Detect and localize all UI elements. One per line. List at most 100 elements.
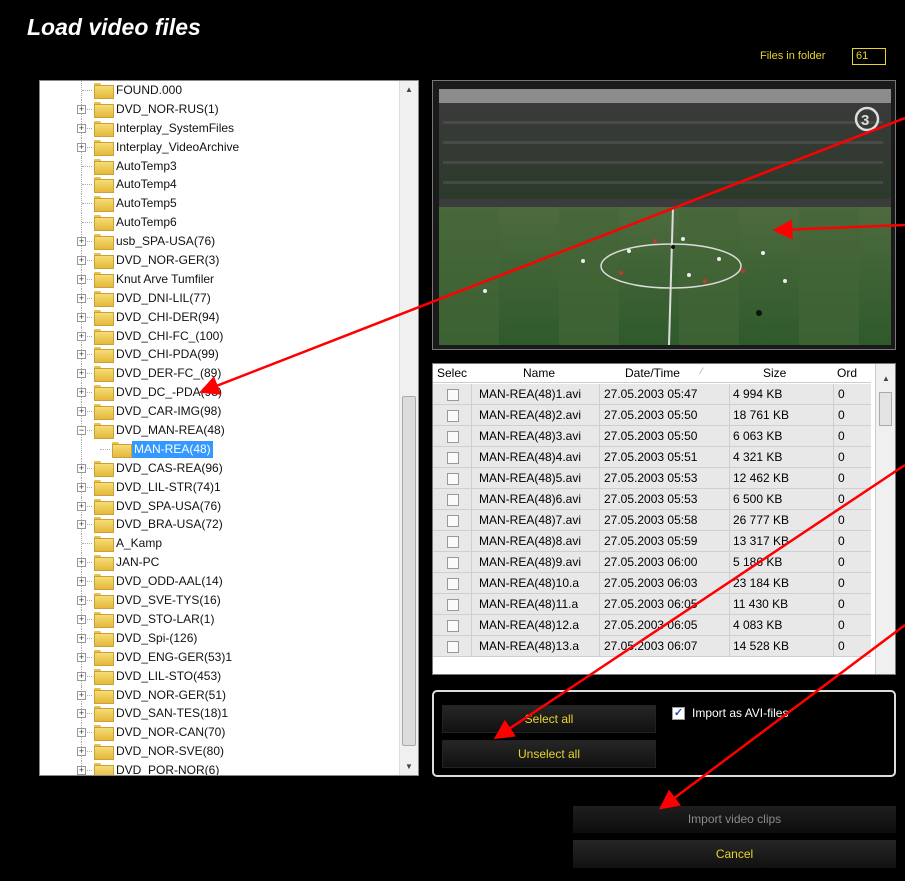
column-header-size[interactable]: Size	[763, 366, 786, 380]
table-row[interactable]: MAN-REA(48)2.avi 27.05.2003 05:50 18 761 K…	[433, 405, 871, 426]
expand-icon[interactable]: +	[77, 293, 86, 303]
tree-item[interactable]: − DVD_MAN-REA(48)	[40, 421, 400, 440]
table-row[interactable]: MAN-REA(48)11.a 27.05.2003 06:05 11 430 KB…	[433, 594, 871, 615]
table-row[interactable]: MAN-REA(48)7.avi 27.05.2003 05:58 26 777 K…	[433, 510, 871, 531]
expand-icon[interactable]: +	[77, 596, 86, 606]
expand-icon[interactable]: +	[77, 652, 86, 662]
folder-tree[interactable]: FOUND.000 + DVD_NOR-RUS(1) + Interplay_Syste…	[39, 80, 419, 776]
expand-icon[interactable]: +	[77, 766, 86, 775]
file-table-scroll-track[interactable]: ▲	[875, 364, 895, 674]
tree-item[interactable]: + DVD_NOR-CAN(70)	[40, 723, 400, 743]
tree-item[interactable]: A_Kamp	[40, 534, 400, 554]
row-select-checkbox[interactable]	[447, 557, 459, 569]
column-header-ord[interactable]: Ord	[837, 366, 857, 380]
tree-item[interactable]: + DVD_CHI-PDA(99)	[40, 345, 400, 365]
table-row[interactable]: MAN-REA(48)12.a 27.05.2003 06:05 4 083 KB 0	[433, 615, 871, 636]
tree-item[interactable]: + DVD_CHI-DER(94)	[40, 307, 400, 327]
tree-item[interactable]: + DVD_CHI-FC_(100)	[40, 326, 400, 346]
expand-icon[interactable]: +	[77, 747, 86, 757]
expand-icon[interactable]: +	[77, 142, 86, 152]
table-row[interactable]: MAN-REA(48)8.avi 27.05.2003 05:59 13 317 K…	[433, 531, 871, 552]
expand-icon[interactable]: +	[77, 312, 86, 322]
expand-icon[interactable]: +	[77, 709, 86, 719]
tree-item[interactable]: + DVD_DNI-LIL(77)	[40, 288, 400, 308]
tree-item[interactable]: + DVD_STO-LAR(1)	[40, 609, 400, 629]
tree-item[interactable]: AutoTemp5	[40, 194, 400, 214]
expand-icon[interactable]: +	[77, 104, 86, 114]
tree-item[interactable]: AutoTemp6	[40, 213, 400, 233]
expand-icon[interactable]: +	[77, 274, 86, 284]
row-select-checkbox[interactable]	[447, 599, 459, 611]
file-table-scroll-thumb[interactable]	[879, 392, 892, 426]
cancel-button[interactable]: Cancel	[573, 840, 896, 868]
expand-icon[interactable]: +	[77, 577, 86, 587]
expand-icon[interactable]: +	[77, 407, 86, 417]
file-table[interactable]: Selec Name Date/Time ⁄ Size Ord MAN-REA(…	[432, 363, 896, 675]
row-select-checkbox[interactable]	[447, 452, 459, 464]
table-row[interactable]: MAN-REA(48)9.avi 27.05.2003 06:00 5 186 KB…	[433, 552, 871, 573]
table-row[interactable]: MAN-REA(48)5.avi 27.05.2003 05:53 12 462 K…	[433, 468, 871, 489]
expand-icon[interactable]: +	[77, 237, 86, 247]
expand-icon[interactable]: +	[77, 123, 86, 133]
select-all-button[interactable]: Select all	[442, 705, 656, 733]
tree-item[interactable]: + DVD_NOR-GER(3)	[40, 251, 400, 270]
expand-icon[interactable]: +	[77, 463, 86, 473]
expand-icon[interactable]: +	[77, 256, 86, 266]
tree-item[interactable]: + DVD_Spi-(126)	[40, 628, 400, 648]
tree-item[interactable]: + DVD_ENG-GER(53)1	[40, 647, 400, 667]
expand-icon[interactable]: +	[77, 728, 86, 738]
row-select-checkbox[interactable]	[447, 494, 459, 506]
table-row[interactable]: MAN-REA(48)3.avi 27.05.2003 05:50 6 063 KB…	[433, 426, 871, 447]
scroll-up-arrow-icon[interactable]: ▲	[405, 85, 413, 94]
scroll-up-arrow-icon[interactable]: ▲	[882, 374, 890, 383]
tree-item[interactable]: + DVD_CAR-IMG(98)	[40, 402, 400, 422]
folder-tree-scrollbar[interactable]: ▲ ▼	[399, 81, 418, 775]
expand-icon[interactable]: +	[77, 614, 86, 624]
tree-item[interactable]: + DVD_DC_-PDA(95)	[40, 383, 400, 403]
row-select-checkbox[interactable]	[447, 620, 459, 632]
tree-item[interactable]: + DVD_NOR-GER(51)	[40, 685, 400, 705]
table-row[interactable]: MAN-REA(48)1.avi 27.05.2003 05:47 4 994 KB…	[433, 384, 871, 405]
tree-item[interactable]: FOUND.000	[40, 81, 400, 100]
row-select-checkbox[interactable]	[447, 431, 459, 443]
table-row[interactable]: MAN-REA(48)13.a 27.05.2003 06:07 14 528 KB…	[433, 636, 871, 657]
tree-item[interactable]: + DVD_CAS-REA(96)	[40, 458, 400, 478]
tree-item[interactable]: + DVD_SVE-TYS(16)	[40, 591, 400, 610]
table-row[interactable]: MAN-REA(48)6.avi 27.05.2003 05:53 6 500 KB…	[433, 489, 871, 510]
scroll-down-arrow-icon[interactable]: ▼	[405, 762, 413, 771]
tree-item[interactable]: + DVD_DER-FC_(89)	[40, 364, 400, 384]
expand-icon[interactable]: +	[77, 633, 86, 643]
tree-item[interactable]: + DVD_SAN-TES(18)1	[40, 704, 400, 724]
row-select-checkbox[interactable]	[447, 515, 459, 527]
tree-item[interactable]: + DVD_NOR-SVE(80)	[40, 742, 400, 762]
tree-item[interactable]: + DVD_LIL-STO(453)	[40, 666, 400, 686]
expand-icon[interactable]: +	[77, 690, 86, 700]
table-row[interactable]: MAN-REA(48)10.a 27.05.2003 06:03 23 184 KB…	[433, 573, 871, 594]
tree-item[interactable]: AutoTemp3	[40, 156, 400, 176]
column-header-name[interactable]: Name	[523, 366, 555, 380]
expand-icon[interactable]: +	[77, 388, 86, 398]
column-header-datetime[interactable]: Date/Time	[625, 366, 680, 380]
tree-item[interactable]: + DVD_ODD-AAL(14)	[40, 572, 400, 592]
unselect-all-button[interactable]: Unselect all	[442, 740, 656, 768]
row-select-checkbox[interactable]	[447, 536, 459, 548]
tree-item[interactable]: AutoTemp4	[40, 175, 400, 195]
row-select-checkbox[interactable]	[447, 389, 459, 401]
expand-icon[interactable]: +	[77, 520, 86, 530]
import-as-avi-checkbox[interactable]: ✓	[672, 707, 685, 720]
expand-icon[interactable]: +	[77, 369, 86, 379]
tree-item[interactable]: + DVD_POR-NOR(6)	[40, 761, 400, 775]
expand-icon[interactable]: +	[77, 482, 86, 492]
tree-item[interactable]: + DVD_NOR-RUS(1)	[40, 99, 400, 119]
expand-icon[interactable]: +	[77, 671, 86, 681]
expand-icon[interactable]: +	[77, 558, 86, 568]
row-select-checkbox[interactable]	[447, 578, 459, 590]
file-table-scrollbar[interactable]: ▲	[875, 364, 895, 674]
expand-icon[interactable]: +	[77, 350, 86, 360]
tree-item[interactable]: + JAN-PC	[40, 553, 400, 573]
folder-tree-scroll-thumb[interactable]	[402, 396, 416, 746]
tree-item[interactable]: + Knut Arve Tumfiler	[40, 269, 400, 289]
column-header-select[interactable]: Selec	[437, 366, 467, 380]
expand-icon[interactable]: +	[77, 331, 86, 341]
tree-item[interactable]: + Interplay_SystemFiles	[40, 118, 400, 138]
